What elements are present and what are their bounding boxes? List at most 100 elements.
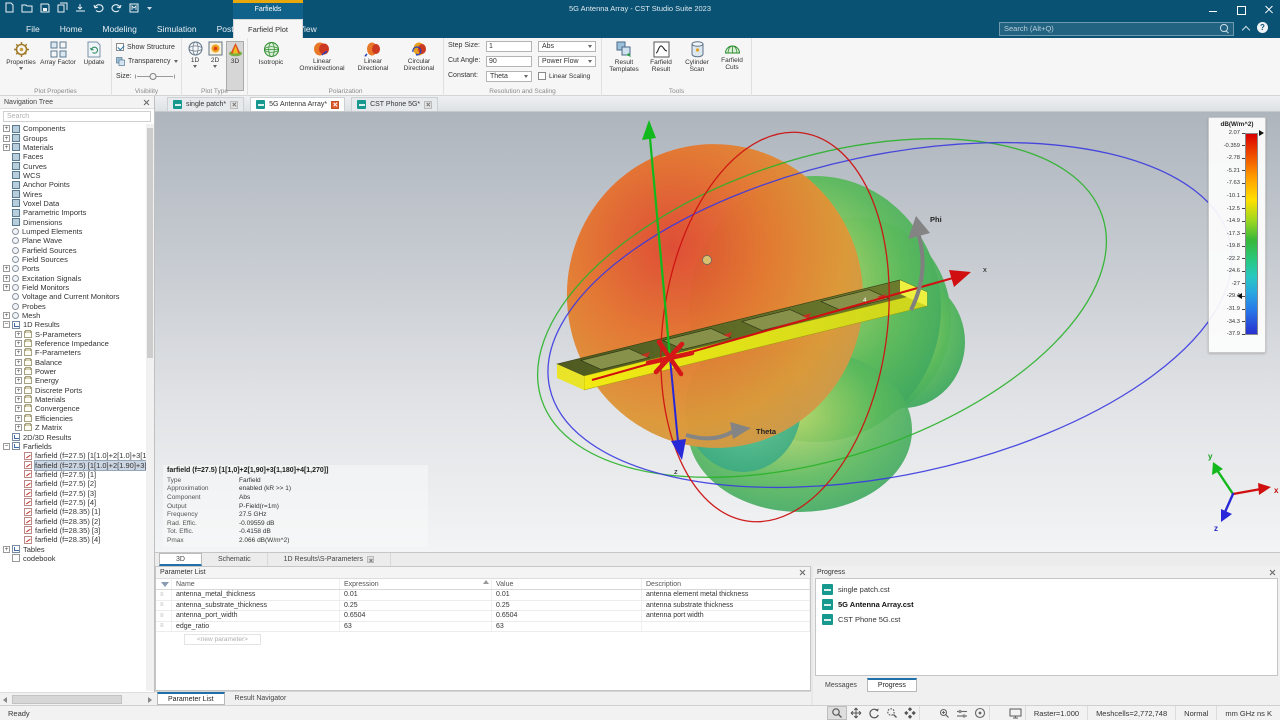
status-mode[interactable]: Normal bbox=[1175, 706, 1216, 720]
minimize-button[interactable] bbox=[1208, 5, 1218, 15]
progress-item[interactable]: 5G Antenna Array.cst bbox=[822, 597, 1271, 612]
tree-item[interactable]: +Excitation Signals bbox=[0, 274, 146, 283]
param-expression[interactable]: 0.25 bbox=[340, 601, 492, 611]
tree-expand-icon[interactable]: + bbox=[15, 396, 22, 403]
plot-type-3d-button[interactable]: 3D bbox=[226, 41, 244, 91]
tree-item[interactable]: Plane Wave bbox=[0, 236, 146, 245]
tree-item[interactable]: farfield (f=27.5) [1] bbox=[0, 470, 146, 479]
param-value[interactable]: 0.01 bbox=[492, 590, 642, 600]
tree-item[interactable]: farfield (f=27.5) [4] bbox=[0, 498, 146, 507]
rotate-tool-icon[interactable] bbox=[865, 707, 883, 719]
tree-expand-icon[interactable]: + bbox=[3, 546, 10, 553]
column-expression[interactable]: Expression bbox=[340, 579, 492, 589]
view-tab[interactable]: 1D Results\S-Parameters bbox=[268, 553, 391, 566]
component-select[interactable]: Abs bbox=[538, 41, 596, 52]
param-value[interactable]: 0.6504 bbox=[492, 611, 642, 621]
view-tab[interactable]: 3D bbox=[159, 553, 202, 566]
close-icon[interactable] bbox=[331, 101, 339, 109]
tree-item[interactable]: +Materials bbox=[0, 143, 146, 152]
tree-item[interactable]: Curves bbox=[0, 161, 146, 170]
tree-item[interactable]: farfield (f=27.5) [3] bbox=[0, 488, 146, 497]
tree-expand-icon[interactable]: + bbox=[15, 340, 22, 347]
size-slider[interactable]: Size: bbox=[116, 72, 175, 81]
tree-item[interactable]: farfield (f=27.5) [1[1.0]+2[1.90]+3[1.18… bbox=[0, 460, 146, 469]
tree-expand-icon[interactable]: + bbox=[3, 275, 10, 282]
import-icon[interactable] bbox=[75, 3, 86, 13]
step-size-input[interactable] bbox=[486, 41, 532, 52]
redo-icon[interactable] bbox=[111, 3, 122, 13]
tree-item[interactable]: +Reference Impedance bbox=[0, 339, 146, 348]
tree-item[interactable]: Anchor Points bbox=[0, 180, 146, 189]
tree-item[interactable]: farfield (f=27.5) [2] bbox=[0, 479, 146, 488]
tree-item[interactable]: +Field Monitors bbox=[0, 283, 146, 292]
tree-item[interactable]: farfield (f=28.35) [2] bbox=[0, 516, 146, 525]
param-expression[interactable]: 0.6504 bbox=[340, 611, 492, 621]
tree-item[interactable]: farfield (f=28.35) [1] bbox=[0, 507, 146, 516]
tree-expand-icon[interactable]: + bbox=[15, 331, 22, 338]
parameter-row[interactable]: ≡antenna_port_width0.65040.6504antenna p… bbox=[156, 611, 810, 622]
close-button[interactable] bbox=[1264, 5, 1274, 15]
tree-item[interactable]: 2D/3D Results bbox=[0, 432, 146, 441]
constant-select[interactable]: Theta bbox=[486, 71, 532, 82]
farfield-cuts-button[interactable]: Farfield Cuts bbox=[716, 41, 748, 72]
app-search-input[interactable] bbox=[1000, 24, 1220, 33]
doc-tab[interactable]: 5G Antenna Array* bbox=[250, 97, 345, 111]
update-button[interactable]: Update bbox=[80, 41, 108, 66]
tree-expand-icon[interactable]: − bbox=[3, 321, 10, 328]
tree-item[interactable]: farfield (f=28.35) [4] bbox=[0, 535, 146, 544]
tree-item[interactable]: Farfield Sources bbox=[0, 245, 146, 254]
collapse-ribbon-icon[interactable] bbox=[1242, 24, 1250, 32]
tree-item[interactable]: Voltage and Current Monitors bbox=[0, 292, 146, 301]
maximize-button[interactable] bbox=[1236, 5, 1246, 15]
param-expression[interactable]: 63 bbox=[340, 622, 492, 632]
bottom-tab-result-navigator[interactable]: Result Navigator bbox=[225, 692, 297, 705]
tree-item[interactable]: WCS bbox=[0, 171, 146, 180]
tree-item[interactable]: Voxel Data bbox=[0, 199, 146, 208]
tree-item[interactable]: Probes bbox=[0, 302, 146, 311]
close-icon[interactable] bbox=[230, 101, 238, 109]
help-icon[interactable]: ? bbox=[1257, 22, 1268, 33]
tree-item[interactable]: +Z Matrix bbox=[0, 423, 146, 432]
tree-item[interactable]: Dimensions bbox=[0, 217, 146, 226]
tree-expand-icon[interactable]: + bbox=[15, 387, 22, 394]
filter-icon[interactable] bbox=[161, 582, 169, 587]
menu-tab-simulation[interactable]: Simulation bbox=[147, 19, 207, 38]
tree-item[interactable]: +Components bbox=[0, 124, 146, 133]
save-all-icon[interactable] bbox=[57, 2, 68, 13]
measure-icon[interactable] bbox=[953, 708, 971, 719]
capture-view-icon[interactable] bbox=[1006, 708, 1025, 719]
farfield-result-button[interactable]: Farfield Result bbox=[644, 41, 678, 74]
collapse-panel-icon[interactable] bbox=[483, 580, 489, 584]
tree-item[interactable]: +Power bbox=[0, 367, 146, 376]
tree-item[interactable]: farfield (f=28.35) [3] bbox=[0, 526, 146, 535]
tree-expand-icon[interactable]: + bbox=[15, 359, 22, 366]
menu-tab-home[interactable]: Home bbox=[50, 19, 93, 38]
properties-button[interactable]: Properties bbox=[4, 41, 38, 70]
new-parameter-button[interactable]: <new parameter> bbox=[184, 634, 261, 645]
cylinder-scan-button[interactable]: Cylinder Scan bbox=[680, 41, 714, 74]
tree-expand-icon[interactable]: + bbox=[15, 405, 22, 412]
scroll-left-icon[interactable] bbox=[3, 697, 7, 703]
colorbar-max-marker[interactable] bbox=[1259, 130, 1264, 136]
close-icon[interactable] bbox=[424, 101, 432, 109]
tree-item[interactable]: +Mesh bbox=[0, 311, 146, 320]
tree-search-box[interactable] bbox=[3, 111, 151, 122]
menu-tab-modeling[interactable]: Modeling bbox=[92, 19, 147, 38]
transparency-button[interactable]: Transparency bbox=[116, 57, 178, 66]
parameter-row[interactable]: ≡antenna_substrate_thickness0.250.25ante… bbox=[156, 601, 810, 612]
new-file-icon[interactable] bbox=[5, 2, 14, 13]
param-value[interactable]: 0.25 bbox=[492, 601, 642, 611]
tree-item[interactable]: +Discrete Ports bbox=[0, 386, 146, 395]
tree-item[interactable]: +Materials bbox=[0, 395, 146, 404]
cut-angle-input[interactable] bbox=[486, 56, 532, 67]
app-search-box[interactable] bbox=[999, 22, 1234, 36]
show-structure-checkbox[interactable]: Show Structure bbox=[116, 43, 175, 51]
array-factor-button[interactable]: Array Factor bbox=[40, 41, 76, 66]
save-icon[interactable] bbox=[40, 3, 50, 13]
tree-item[interactable]: Parametric Imports bbox=[0, 208, 146, 217]
tree-expand-icon[interactable]: + bbox=[3, 144, 10, 151]
open-file-icon[interactable] bbox=[21, 3, 33, 13]
tree-expand-icon[interactable]: + bbox=[15, 424, 22, 431]
view-options-icon[interactable] bbox=[971, 707, 989, 719]
view-tab[interactable]: Schematic bbox=[202, 553, 268, 566]
